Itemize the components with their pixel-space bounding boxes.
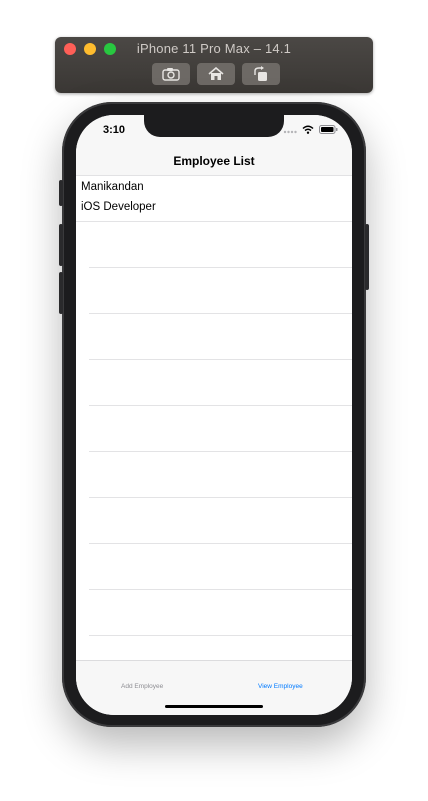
empty-row [89, 544, 352, 590]
phone-device: 3:10 Employee List Manikandan iOS Develo… [59, 102, 369, 727]
empty-row [89, 590, 352, 636]
simulator-title: iPhone 11 Pro Max – 14.1 [136, 41, 292, 56]
wifi-icon [302, 125, 314, 134]
tab-add-employee[interactable]: Add Employee [121, 683, 163, 690]
empty-row [89, 222, 352, 268]
battery-icon [319, 125, 338, 134]
page-title: Employee List [173, 154, 255, 168]
home-button[interactable] [197, 63, 235, 85]
volume-down-button [59, 272, 63, 314]
empty-row [89, 360, 352, 406]
employee-list[interactable]: Manikandan iOS Developer [76, 176, 352, 636]
signal-icon [283, 130, 297, 133]
employee-name: Manikandan [81, 181, 144, 193]
screenshot-button[interactable] [152, 63, 190, 85]
rotate-button[interactable] [242, 63, 280, 85]
volume-up-button [59, 224, 63, 266]
status-icons [283, 125, 338, 134]
empty-row [89, 406, 352, 452]
navigation-bar: Employee List [76, 149, 352, 176]
simulator-toolbar: iPhone 11 Pro Max – 14.1 [55, 37, 373, 93]
empty-row [89, 452, 352, 498]
screenshot-icon [162, 68, 180, 81]
home-icon [208, 67, 224, 80]
phone-screen: 3:10 Employee List Manikandan iOS Develo… [76, 115, 352, 715]
empty-row [89, 314, 352, 360]
rotate-icon [254, 66, 267, 81]
list-item[interactable]: Manikandan iOS Developer [76, 176, 352, 222]
status-time: 3:10 [103, 124, 126, 136]
empty-row [89, 268, 352, 314]
home-indicator[interactable] [165, 705, 263, 708]
tab-view-employee[interactable]: View Employee [258, 683, 303, 690]
notch [144, 115, 284, 137]
employee-role: iOS Developer [81, 201, 156, 213]
empty-row [89, 498, 352, 544]
silent-switch [59, 180, 63, 206]
power-button [365, 224, 369, 290]
